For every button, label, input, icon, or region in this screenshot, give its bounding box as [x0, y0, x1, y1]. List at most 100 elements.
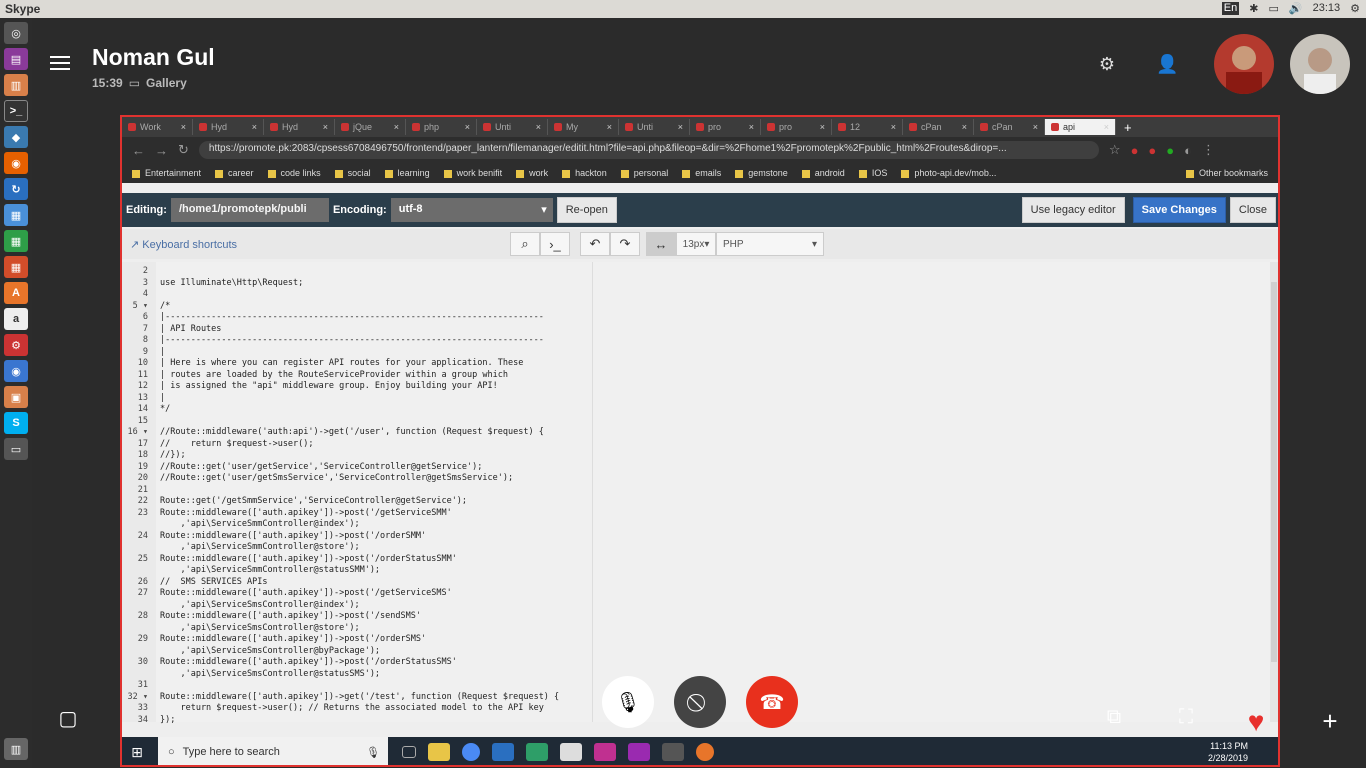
close-icon[interactable]: × — [323, 122, 328, 132]
close-icon[interactable]: × — [678, 122, 683, 132]
terminal-icon[interactable]: >_ — [4, 100, 28, 122]
extension-icon[interactable]: ● — [1166, 143, 1174, 158]
chrome-icon[interactable] — [462, 743, 480, 761]
bookmark-item[interactable]: work benifit — [444, 168, 503, 178]
avatar[interactable] — [1214, 34, 1274, 94]
bookmark-item[interactable]: learning — [385, 168, 430, 178]
browser-tab[interactable]: pro × — [761, 119, 832, 135]
browser-tab[interactable]: 12 × — [832, 119, 903, 135]
extension-icon[interactable]: ● — [1131, 143, 1139, 158]
volume-icon[interactable]: 🔊 — [1289, 2, 1303, 15]
mic-icon[interactable]: 🎙 — [366, 746, 380, 759]
gear-icon[interactable]: ⚙ — [1350, 2, 1360, 15]
add-icon[interactable]: + — [1318, 706, 1342, 736]
forward-icon[interactable]: → — [155, 143, 168, 158]
clock[interactable]: 23:13 — [1313, 2, 1341, 15]
settings-icon[interactable]: ⚙ — [1096, 54, 1118, 76]
browser-tab[interactable]: Hyd × — [193, 119, 264, 135]
star-icon[interactable]: ☆ — [1109, 142, 1121, 158]
presentation-icon[interactable]: ▦ — [4, 256, 28, 278]
add-person-icon[interactable]: 👤 — [1156, 54, 1178, 76]
browser-tab[interactable]: php × — [406, 119, 477, 135]
close-icon[interactable]: × — [465, 122, 470, 132]
mode-select[interactable]: PHP ▾ — [716, 232, 824, 256]
search-icon[interactable]: ⌕ — [510, 232, 540, 256]
taskbar-app-icon[interactable] — [492, 743, 514, 761]
bookmark-item[interactable]: work — [516, 168, 548, 178]
other-bookmarks[interactable]: Other bookmarks — [1186, 168, 1268, 178]
popout-icon[interactable]: ⧉ — [1102, 706, 1126, 730]
close-icon[interactable]: × — [820, 122, 825, 132]
browser-tab[interactable]: cPan × — [903, 119, 974, 135]
gallery-icon[interactable]: ▭ — [129, 76, 140, 90]
new-tab-icon[interactable]: + — [1124, 120, 1132, 135]
extension-icon[interactable]: ● — [1148, 143, 1156, 158]
browser-tab[interactable]: Hyd × — [264, 119, 335, 135]
spreadsheet-icon[interactable]: ▦ — [4, 230, 28, 252]
firefox-icon[interactable]: ◉ — [4, 152, 28, 174]
taskbar-app-icon[interactable] — [662, 743, 684, 761]
skype-icon[interactable]: S — [4, 412, 28, 434]
bookmark-item[interactable]: emails — [682, 168, 721, 178]
chrome-icon[interactable]: ◉ — [4, 360, 28, 382]
goto-line-icon[interactable]: ›_ — [540, 232, 570, 256]
path-field[interactable]: /home1/promotepk/publi — [170, 198, 329, 222]
view-mode[interactable]: Gallery — [146, 76, 187, 90]
code-editor[interactable]: 2 3 use Illuminate\Http\Request; 4 5 ▾ /* 6 |--… — [122, 262, 1274, 725]
reload-icon[interactable]: ↻ — [178, 142, 189, 158]
close-icon[interactable]: × — [962, 122, 967, 132]
amazon-icon[interactable]: a — [4, 308, 28, 330]
undo-icon[interactable]: ↶ — [580, 232, 610, 256]
phpstorm-icon[interactable] — [628, 743, 650, 761]
workspaces-icon[interactable]: ▭ — [4, 438, 28, 460]
close-icon[interactable]: × — [394, 122, 399, 132]
screenshot-icon[interactable]: ⛶ — [1174, 706, 1198, 730]
close-icon[interactable]: × — [536, 122, 541, 132]
taskbar-clock[interactable]: 11:13 PM 2/28/2019 — [1208, 740, 1278, 764]
close-icon[interactable]: × — [252, 122, 257, 132]
windows-start-icon[interactable]: ⊞ — [122, 744, 152, 761]
save-changes-button[interactable]: Save Changes — [1132, 197, 1226, 223]
menu-icon[interactable] — [50, 52, 70, 70]
encoding-select[interactable]: utf-8 ▾ — [390, 198, 553, 222]
browser-tab[interactable]: My × — [548, 119, 619, 135]
bookmark-item[interactable]: hackton — [562, 168, 607, 178]
bookmark-item[interactable]: IOS — [859, 168, 888, 178]
close-icon[interactable]: × — [1104, 122, 1109, 132]
font-size-select[interactable]: 13px ▾ — [676, 232, 716, 256]
end-call-button[interactable]: ☎ — [746, 676, 798, 728]
battery-icon[interactable]: ▭ — [1268, 2, 1278, 15]
browser-tab[interactable]: Unti × — [477, 119, 548, 135]
software-center-icon[interactable]: A — [4, 282, 28, 304]
keyboard-shortcuts-link[interactable]: ↗ Keyboard shortcuts — [130, 238, 510, 251]
chat-icon[interactable]: ▢ — [56, 706, 80, 730]
document-icon[interactable]: ▦ — [4, 204, 28, 226]
browser-tab[interactable]: api × — [1045, 119, 1116, 135]
close-icon[interactable]: × — [749, 122, 754, 132]
redo-icon[interactable]: ↷ — [610, 232, 640, 256]
bookmark-item[interactable]: Entertainment — [132, 168, 201, 178]
close-icon[interactable]: × — [1033, 122, 1038, 132]
back-icon[interactable]: ← — [132, 143, 145, 158]
launcher-app-icon[interactable]: ↻ — [4, 178, 28, 200]
taskbar-search[interactable]: ○ Type here to search 🎙 — [158, 737, 388, 765]
more-menu-icon[interactable]: ⋮ — [1202, 142, 1215, 158]
bookmark-item[interactable]: social — [335, 168, 371, 178]
close-icon[interactable]: × — [181, 122, 186, 132]
bookmark-item[interactable]: photo-api.dev/mob... — [901, 168, 996, 178]
bookmark-item[interactable]: gemstone — [735, 168, 788, 178]
launcher-app-icon[interactable]: ▣ — [4, 386, 28, 408]
task-view-icon[interactable] — [402, 746, 416, 758]
bookmark-item[interactable]: career — [215, 168, 254, 178]
avatar[interactable] — [1290, 34, 1350, 94]
settings-icon[interactable]: ⚙ — [4, 334, 28, 356]
launcher-app-icon[interactable]: ▤ — [4, 48, 28, 70]
bluetooth-icon[interactable]: ✱ — [1249, 2, 1258, 15]
close-icon[interactable]: × — [607, 122, 612, 132]
browser-tab[interactable]: jQue × — [335, 119, 406, 135]
taskbar-app-icon[interactable] — [696, 743, 714, 761]
bookmark-item[interactable]: personal — [621, 168, 669, 178]
launcher-app-icon[interactable]: ◆ — [4, 126, 28, 148]
legacy-editor-button[interactable]: Use legacy editor — [1021, 197, 1125, 223]
system-tray[interactable]: En ✱ ▭ 🔊 23:13 ⚙ — [1221, 2, 1360, 15]
